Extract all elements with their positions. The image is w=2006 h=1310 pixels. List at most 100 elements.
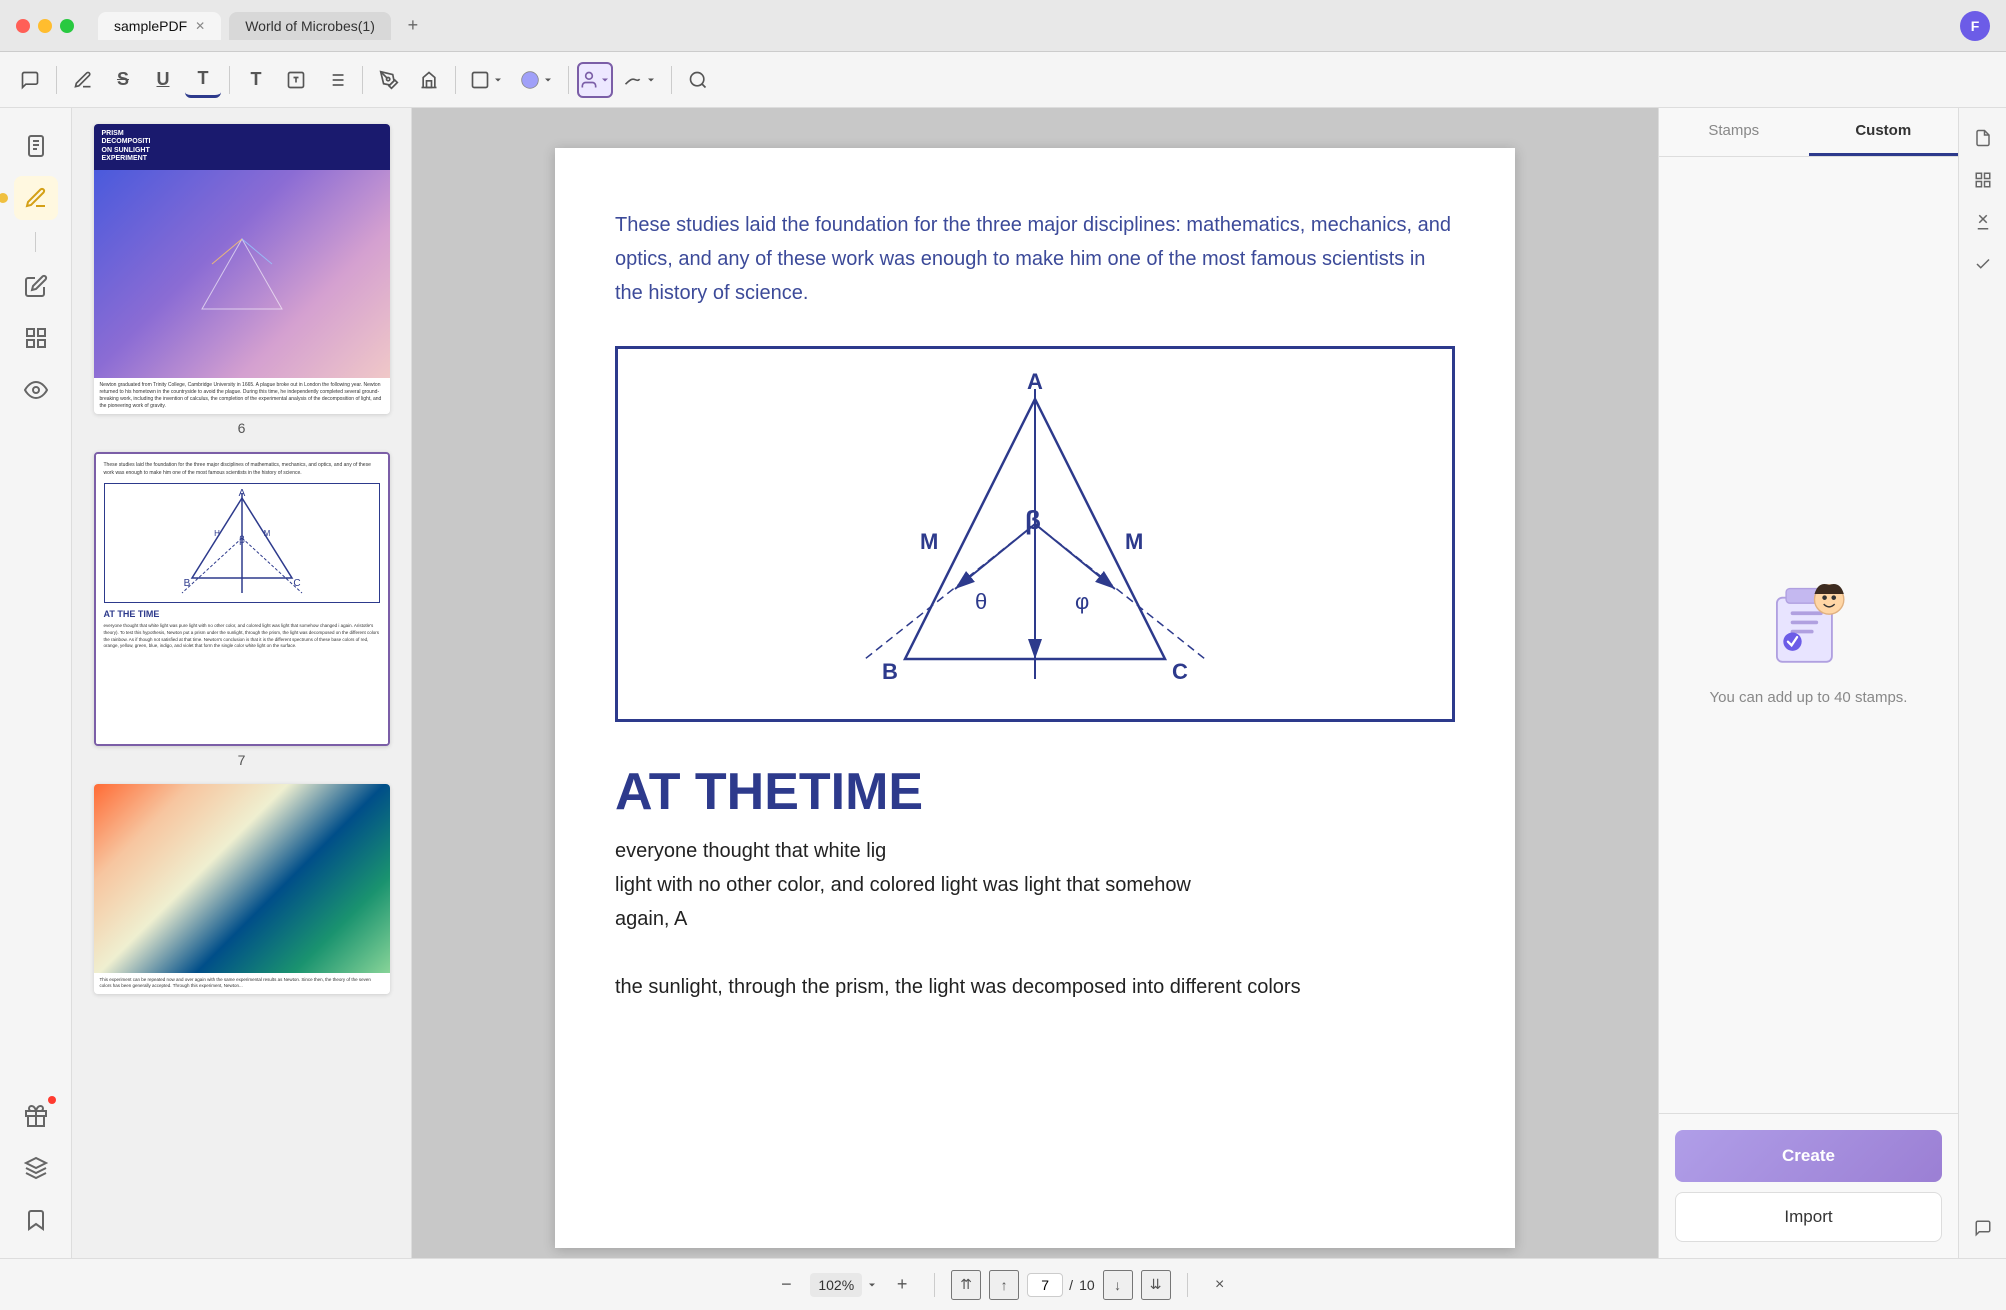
stamps-tabs: Stamps Custom xyxy=(1659,108,1958,157)
main-layout: PRISMDECOMPOSITION SUNLIGHTEXPERIMENT Ne… xyxy=(0,108,2006,1258)
svg-text:M: M xyxy=(263,529,270,538)
divider-4 xyxy=(455,66,456,94)
comment-button[interactable] xyxy=(12,62,48,98)
pdf-page-7: These studies laid the foundation for th… xyxy=(555,148,1515,1248)
pdf-intro-paragraph: These studies laid the foundation for th… xyxy=(615,208,1455,310)
layers-icon-button[interactable] xyxy=(14,1146,58,1190)
zoom-in-button[interactable]: + xyxy=(886,1269,918,1301)
right-toolbar-btn-4[interactable] xyxy=(1965,246,2001,282)
pdf-body-text-3: again, A xyxy=(615,908,687,930)
nav-next-button[interactable]: ↓ xyxy=(1103,1270,1133,1300)
nav-last-button[interactable]: ⇊ xyxy=(1141,1270,1171,1300)
bottom-toolbar: − 102% + ⇈ ↑ / 10 ↓ ⇊ × xyxy=(0,1258,2006,1310)
thumbnail-sidebar: PRISMDECOMPOSITION SUNLIGHTEXPERIMENT Ne… xyxy=(72,108,412,1258)
user-button[interactable] xyxy=(577,62,613,98)
right-toolbar-btn-1[interactable] xyxy=(1965,120,2001,156)
user-avatar[interactable]: F xyxy=(1960,11,1990,41)
tab-samplepdf-label: samplePDF xyxy=(114,18,187,34)
svg-text:θ: θ xyxy=(975,589,987,614)
zoom-value: 102% xyxy=(810,1273,862,1297)
signature-button[interactable] xyxy=(617,66,663,94)
underline-button[interactable]: U xyxy=(145,62,181,98)
thumbnail-page-7[interactable]: These studies laid the foundation for th… xyxy=(84,452,399,768)
zoom-display: 102% xyxy=(810,1273,878,1297)
create-stamp-button[interactable]: Create xyxy=(1675,1130,1942,1182)
svg-text:M: M xyxy=(1125,529,1143,554)
thumbnail-page-6[interactable]: PRISMDECOMPOSITION SUNLIGHTEXPERIMENT Ne… xyxy=(84,124,399,436)
sidebar-item-organize[interactable] xyxy=(14,316,58,360)
right-icon-bar xyxy=(1958,108,2006,1258)
divider-1 xyxy=(56,66,57,94)
stamps-message: You can add up to 40 stamps. xyxy=(1710,687,1908,710)
nav-divider-2 xyxy=(1187,1273,1188,1297)
tab-samplepdf[interactable]: samplePDF ✕ xyxy=(98,12,221,40)
gift-icon-button[interactable] xyxy=(14,1094,58,1138)
stamp-button[interactable] xyxy=(411,62,447,98)
shape-button[interactable] xyxy=(464,66,510,94)
new-tab-button[interactable]: + xyxy=(399,12,427,40)
svg-text:H: H xyxy=(214,529,220,538)
sidebar-item-pages[interactable] xyxy=(14,124,58,168)
divider-6 xyxy=(671,66,672,94)
sidebar-item-annotate[interactable] xyxy=(14,176,58,220)
titlebar: samplePDF ✕ World of Microbes(1) + F xyxy=(0,0,2006,52)
list-button[interactable] xyxy=(318,62,354,98)
page-current-input[interactable] xyxy=(1027,1273,1063,1297)
svg-text:B: B xyxy=(882,659,898,684)
thumb-card-6[interactable]: PRISMDECOMPOSITION SUNLIGHTEXPERIMENT Ne… xyxy=(94,124,390,414)
stamps-content-area: You can add up to 40 stamps. xyxy=(1659,157,1958,1113)
strikethrough-button[interactable]: S xyxy=(105,62,141,98)
divider-3 xyxy=(362,66,363,94)
pen-button[interactable] xyxy=(371,62,407,98)
nav-first-button[interactable]: ⇈ xyxy=(951,1270,981,1300)
maximize-window-button[interactable] xyxy=(60,19,74,33)
thumb-card-7[interactable]: These studies laid the foundation for th… xyxy=(94,452,390,746)
svg-text:M: M xyxy=(920,529,938,554)
stamps-panel: Stamps Custom xyxy=(1658,108,1958,1258)
divider-5 xyxy=(568,66,569,94)
import-stamp-button[interactable]: Import xyxy=(1675,1192,1942,1242)
stamps-panel-container: Stamps Custom xyxy=(1659,108,1958,1258)
content-area: These studies laid the foundation for th… xyxy=(412,108,1658,1258)
right-toolbar-chat-btn[interactable] xyxy=(1965,1210,2001,1246)
pdf-body-text-2: light with no other color, and colored l… xyxy=(615,874,1191,896)
pdf-body-text-4: the sunlight, through the prism, the lig… xyxy=(615,976,1301,998)
text-button[interactable]: T xyxy=(238,62,274,98)
thumb-label-7: 7 xyxy=(238,752,246,768)
right-toolbar-btn-3[interactable] xyxy=(1965,204,2001,240)
minimize-window-button[interactable] xyxy=(38,19,52,33)
tab-worldofmicrobes-label: World of Microbes(1) xyxy=(245,18,375,34)
highlight-button[interactable] xyxy=(65,62,101,98)
svg-text:β: β xyxy=(239,535,245,546)
text-box-button[interactable] xyxy=(278,62,314,98)
stamps-actions: Create Import xyxy=(1659,1113,1958,1258)
nav-divider-1 xyxy=(934,1273,935,1297)
nav-prev-button[interactable]: ↑ xyxy=(989,1270,1019,1300)
divider-2 xyxy=(229,66,230,94)
thumbnail-page-8[interactable]: This experiment can be repeated now and … xyxy=(84,784,399,994)
svg-text:C: C xyxy=(1172,659,1188,684)
right-toolbar-btn-2[interactable] xyxy=(1965,162,2001,198)
zoom-out-button[interactable]: − xyxy=(770,1269,802,1301)
close-window-button[interactable] xyxy=(16,19,30,33)
svg-text:B: B xyxy=(183,578,190,589)
search-button[interactable] xyxy=(680,62,716,98)
bookmark-icon-button[interactable] xyxy=(14,1198,58,1242)
thumb-card-8[interactable]: This experiment can be repeated now and … xyxy=(94,784,390,994)
tab-custom[interactable]: Custom xyxy=(1809,108,1959,156)
stamps-illustration xyxy=(1754,561,1864,671)
close-bar-button[interactable]: × xyxy=(1204,1269,1236,1301)
svg-text:A: A xyxy=(1027,369,1043,394)
sidebar-item-edit[interactable] xyxy=(14,264,58,308)
color-button[interactable] xyxy=(514,66,560,94)
tab-samplepdf-close[interactable]: ✕ xyxy=(195,19,205,33)
sidebar-item-review[interactable] xyxy=(14,368,58,412)
text-color-button[interactable]: T xyxy=(185,62,221,98)
svg-text:φ: φ xyxy=(1075,589,1089,614)
tab-worldofmicrobes[interactable]: World of Microbes(1) xyxy=(229,12,391,40)
pdf-body-text: everyone thought that white lig light wi… xyxy=(615,834,1455,1004)
main-toolbar: S U T T xyxy=(0,52,2006,108)
pdf-body-text-1: everyone thought that white lig xyxy=(615,840,886,862)
svg-text:C: C xyxy=(293,578,300,589)
tab-stamps[interactable]: Stamps xyxy=(1659,108,1809,156)
